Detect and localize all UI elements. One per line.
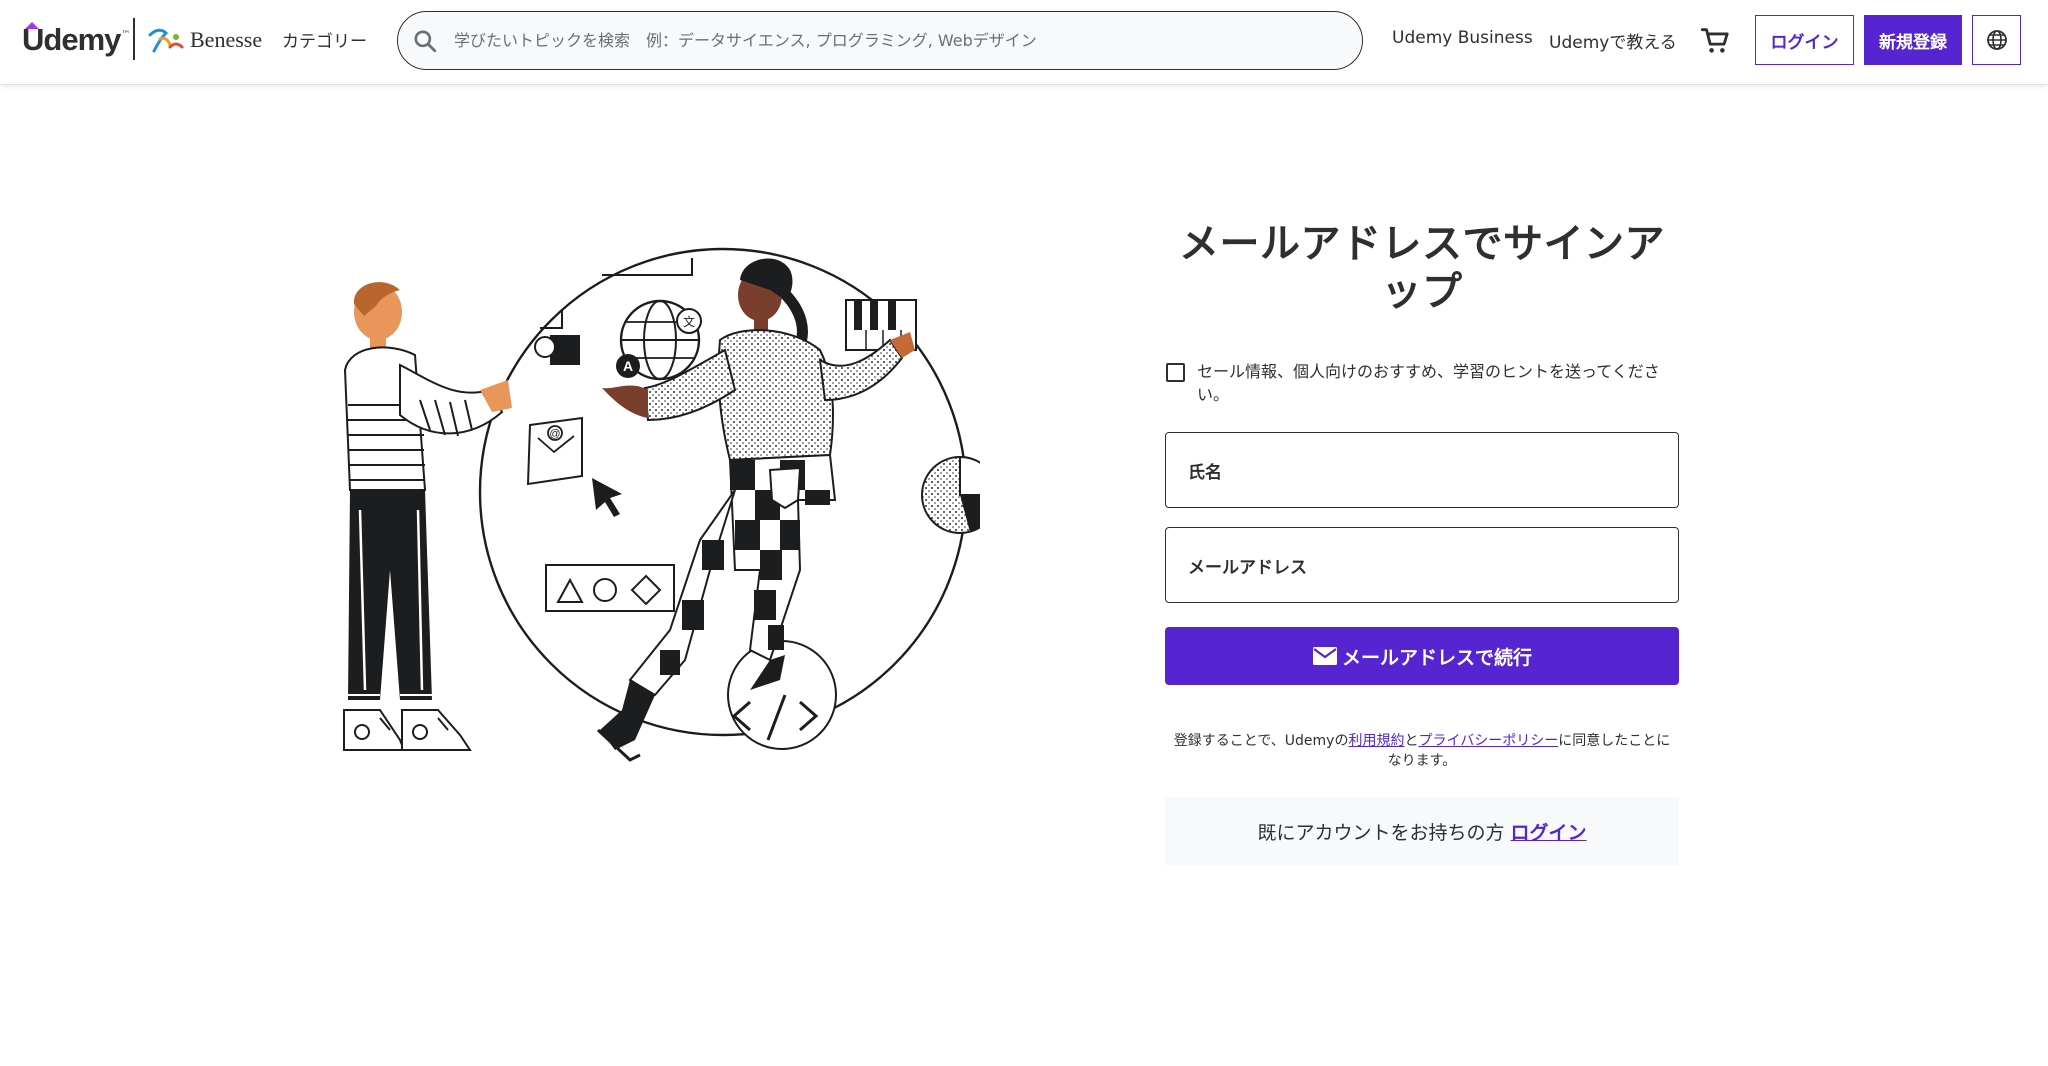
svg-text:文: 文 [683,314,695,329]
partner-name: Benesse [190,27,263,52]
cart-icon[interactable] [1698,24,1732,58]
marketing-optin: セール情報、個人向けのおすすめ、学習のヒントを送ってください。 [1165,360,1679,406]
language-button[interactable] [1972,15,2021,65]
page-title: メールアドレスでサインアップ [1179,221,1665,315]
mail-icon [1312,647,1337,665]
name-field[interactable]: 氏名 [1165,432,1679,508]
search-input[interactable] [454,31,1334,50]
email-card: @ [526,416,583,486]
benesse-logo: Benesse [146,22,262,58]
teach-on-udemy-link[interactable]: Udemyで教える [1549,28,1677,53]
logo-divider [133,18,135,60]
search-bar[interactable] [397,11,1363,70]
email-field[interactable]: メールアドレス [1165,527,1679,603]
terms-notice: 登録することで、Udemyの利用規約とプライバシーポリシーに同意したことになりま… [1165,731,1679,771]
svg-text:A: A [623,358,633,374]
signup-form: メールアドレスでサインアップ セール情報、個人向けのおすすめ、学習のヒントを送っ… [1165,220,1679,865]
geometry-card [545,564,675,612]
svg-text:@: @ [549,428,560,440]
privacy-policy-link[interactable]: プライバシーポリシー [1418,733,1558,749]
optin-checkbox[interactable] [1166,363,1185,382]
login-button[interactable]: ログイン [1755,15,1854,65]
search-icon[interactable] [412,28,438,54]
continue-with-email-button[interactable]: メールアドレスで続行 [1165,627,1679,685]
optin-label[interactable]: セール情報、個人向けのおすすめ、学習のヒントを送ってください。 [1197,360,1677,406]
login-link[interactable]: ログイン [1511,818,1587,845]
existing-account-text: 既にアカウントをお持ちの方 [1257,821,1505,844]
benesse-mark-icon [148,28,184,53]
terms-and: と [1404,733,1419,749]
udemy-business-link[interactable]: Udemy Business [1392,28,1533,48]
terms-prefix: 登録することで、Udemyの [1173,733,1349,749]
signup-illustration: A 文 @ [343,247,980,762]
email-field-label: メールアドレス [1188,557,1307,578]
existing-account-banner: 既にアカウントをお持ちの方 ログイン [1165,797,1679,865]
udemy-logo[interactable]: Udemy ™ [22,18,130,62]
signup-button[interactable]: 新規登録 [1864,15,1962,65]
top-header: Udemy ™ Benesse カテゴリー Udemy Business Ude… [0,0,2048,84]
name-field-label: 氏名 [1188,462,1222,483]
terms-of-use-link[interactable]: 利用規約 [1348,733,1404,749]
globe-icon [1986,30,2007,50]
udemy-hat-icon [25,22,39,29]
categories-menu[interactable]: カテゴリー [282,27,367,52]
continue-button-label: メールアドレスで続行 [1341,646,1532,669]
